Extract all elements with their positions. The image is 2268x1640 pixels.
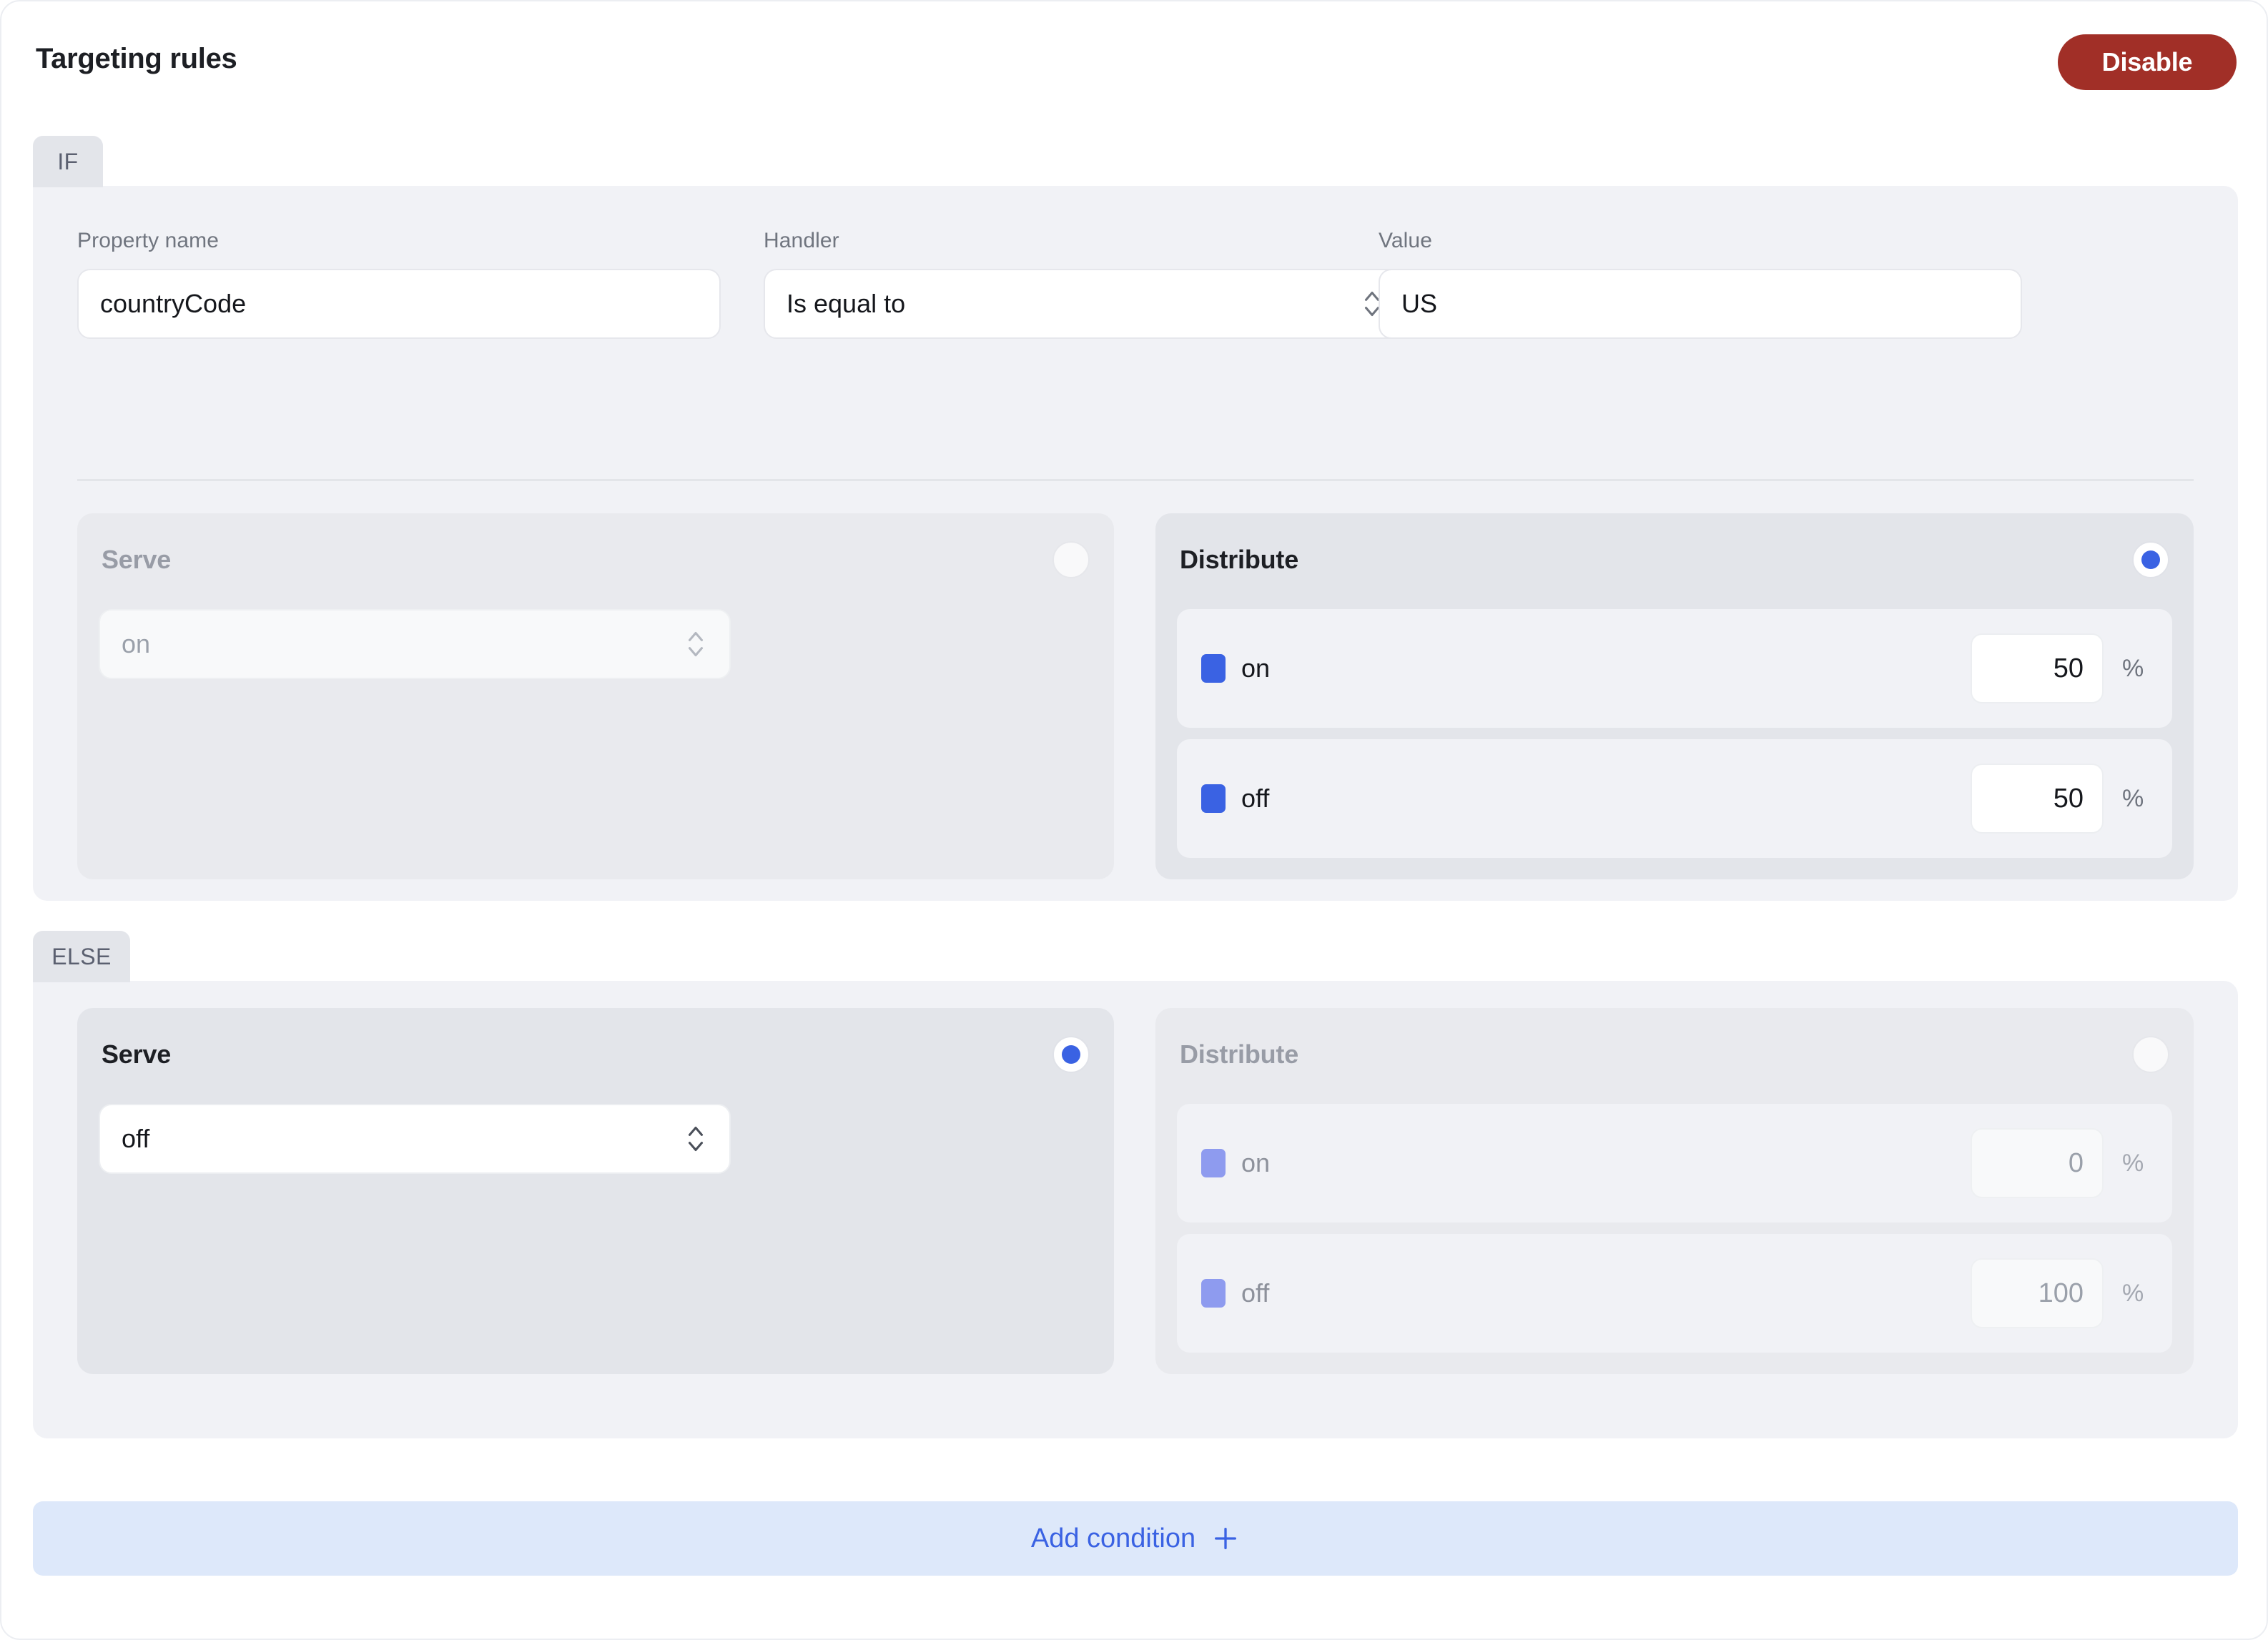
page-title: Targeting rules bbox=[36, 43, 237, 74]
else-distribute-title: Distribute bbox=[1180, 1039, 1299, 1069]
distribute-row: off 50 % bbox=[1177, 739, 2172, 858]
percent-sign: % bbox=[2122, 784, 2144, 812]
variant-percent-input[interactable]: 50 bbox=[1971, 633, 2104, 703]
property-name-input[interactable]: countryCode bbox=[77, 269, 721, 339]
handler-select[interactable]: Is equal to bbox=[764, 269, 1407, 339]
else-serve-distribute-row: Serve off Distribute on 0 % off 100 % bbox=[77, 1008, 2194, 1374]
variant-percent-input[interactable]: 0 bbox=[1971, 1128, 2104, 1198]
value-field: Value US bbox=[1379, 229, 2022, 339]
plus-icon bbox=[1215, 1528, 1237, 1549]
if-serve-radio[interactable] bbox=[1052, 541, 1090, 578]
else-serve-title: Serve bbox=[102, 1039, 172, 1069]
variant-percent-input[interactable]: 100 bbox=[1971, 1258, 2104, 1328]
else-serve-panel[interactable]: Serve off bbox=[77, 1008, 1114, 1374]
disable-button[interactable]: Disable bbox=[2058, 34, 2237, 90]
if-distribute-panel[interactable]: Distribute on 50 % off 50 % bbox=[1155, 513, 2194, 879]
handler-select-value: Is equal to bbox=[787, 289, 906, 318]
section-divider bbox=[77, 479, 2194, 481]
else-serve-select[interactable]: off bbox=[99, 1104, 731, 1174]
else-distribute-panel[interactable]: Distribute on 0 % off 100 % bbox=[1155, 1008, 2194, 1374]
if-tab: IF bbox=[33, 136, 103, 187]
variant-color-swatch bbox=[1201, 654, 1226, 683]
if-block-body: Property name countryCode Handler Is equ… bbox=[33, 186, 2238, 901]
value-input[interactable]: US bbox=[1379, 269, 2022, 339]
handler-label: Handler bbox=[764, 229, 839, 252]
condition-field-row: Property name countryCode Handler Is equ… bbox=[33, 186, 2238, 486]
property-name-label: Property name bbox=[77, 229, 220, 252]
card-header: Targeting rules Disable bbox=[1, 1, 2267, 134]
distribute-row: off 100 % bbox=[1177, 1234, 2172, 1353]
if-serve-title: Serve bbox=[102, 545, 172, 574]
variant-label: on bbox=[1241, 1148, 1271, 1177]
targeting-rules-card: Targeting rules Disable IF Property name… bbox=[0, 0, 2268, 1640]
else-serve-header: Serve bbox=[99, 1029, 1093, 1080]
property-name-field: Property name countryCode bbox=[77, 229, 721, 339]
handler-field: Handler Is equal to bbox=[764, 229, 1407, 339]
add-condition-button[interactable]: Add condition bbox=[33, 1501, 2238, 1576]
add-condition-label: Add condition bbox=[1030, 1523, 1196, 1553]
if-distribute-header: Distribute bbox=[1177, 535, 2172, 585]
variant-percent-input[interactable]: 50 bbox=[1971, 764, 2104, 834]
else-block-body: Serve off Distribute on 0 % off 100 % bbox=[33, 981, 2238, 1438]
variant-color-swatch bbox=[1201, 1279, 1226, 1308]
if-serve-select-value: on bbox=[122, 629, 151, 658]
chevron-up-down-icon bbox=[688, 631, 704, 657]
if-condition-block: IF Property name countryCode Handler Is … bbox=[33, 136, 2238, 901]
chevron-up-down-icon bbox=[688, 1126, 704, 1152]
percent-sign: % bbox=[2122, 654, 2144, 682]
if-serve-select[interactable]: on bbox=[99, 609, 731, 679]
variant-label: off bbox=[1241, 1278, 1270, 1308]
if-distribute-title: Distribute bbox=[1180, 545, 1299, 574]
variant-color-swatch bbox=[1201, 784, 1226, 813]
else-distribute-header: Distribute bbox=[1177, 1029, 2172, 1080]
variant-label: on bbox=[1241, 653, 1271, 683]
percent-sign: % bbox=[2122, 1149, 2144, 1177]
if-distribute-radio[interactable] bbox=[2132, 541, 2169, 578]
distribute-row: on 0 % bbox=[1177, 1104, 2172, 1222]
else-tab: ELSE bbox=[33, 931, 130, 982]
else-serve-radio[interactable] bbox=[1052, 1036, 1090, 1073]
else-serve-select-value: off bbox=[122, 1124, 150, 1153]
if-serve-distribute-row: Serve on Distribute on 50 % off 50 % bbox=[77, 513, 2194, 879]
percent-sign: % bbox=[2122, 1279, 2144, 1307]
if-serve-panel[interactable]: Serve on bbox=[77, 513, 1114, 879]
else-distribute-radio[interactable] bbox=[2132, 1036, 2169, 1073]
else-condition-block: ELSE Serve off Distribute on 0 % off 100… bbox=[33, 931, 2238, 1438]
value-label: Value bbox=[1379, 229, 1433, 252]
variant-color-swatch bbox=[1201, 1149, 1226, 1177]
if-serve-header: Serve bbox=[99, 535, 1093, 585]
distribute-row: on 50 % bbox=[1177, 609, 2172, 728]
variant-label: off bbox=[1241, 784, 1270, 813]
